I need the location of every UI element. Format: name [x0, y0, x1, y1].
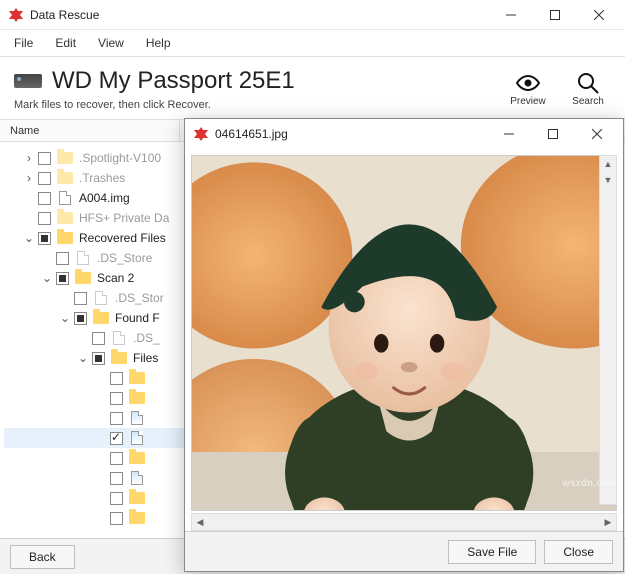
eye-icon	[516, 71, 540, 95]
checkbox[interactable]	[110, 392, 123, 405]
preview-label: Preview	[510, 96, 546, 107]
checkbox[interactable]	[56, 252, 69, 265]
folder-icon	[75, 271, 91, 285]
minimize-button[interactable]	[489, 0, 533, 30]
checkbox[interactable]	[38, 232, 51, 245]
preview-title: 04614651.jpg	[215, 127, 288, 141]
checkbox[interactable]	[110, 372, 123, 385]
search-tool[interactable]: Search	[567, 71, 609, 107]
checkbox[interactable]	[110, 472, 123, 485]
file-icon	[57, 191, 73, 205]
checkbox[interactable]	[110, 512, 123, 525]
folder-icon	[129, 451, 145, 465]
file-icon	[93, 291, 109, 305]
drive-title: WD My Passport 25E1	[52, 67, 295, 95]
minimize-button[interactable]	[487, 119, 531, 149]
close-preview-button[interactable]: Close	[544, 540, 613, 564]
chevron-right-icon[interactable]: ›	[22, 171, 36, 185]
chevron-down-icon[interactable]: ⌄	[40, 271, 54, 285]
search-label: Search	[572, 96, 604, 107]
scroll-down-icon[interactable]: ▼	[600, 172, 616, 188]
checkbox[interactable]	[92, 332, 105, 345]
page-header: WD My Passport 25E1 Mark files to recove…	[0, 57, 625, 120]
vertical-scrollbar[interactable]: ▲ ▼	[599, 155, 617, 505]
chevron-down-icon[interactable]: ⌄	[58, 311, 72, 325]
maximize-button[interactable]	[533, 0, 577, 30]
tree-label: Recovered Files	[79, 231, 166, 245]
tree-label: .Trashes	[79, 171, 125, 185]
scroll-left-icon[interactable]: ◀	[192, 514, 208, 530]
folder-icon	[57, 171, 73, 185]
preview-image	[191, 155, 617, 511]
save-file-button[interactable]: Save File	[448, 540, 536, 564]
menu-file[interactable]: File	[4, 32, 43, 54]
close-button[interactable]	[577, 0, 621, 30]
file-icon	[75, 251, 91, 265]
app-title: Data Rescue	[30, 8, 99, 22]
checkbox[interactable]	[74, 292, 87, 305]
back-button[interactable]: Back	[10, 545, 75, 569]
scroll-up-icon[interactable]: ▲	[600, 156, 616, 172]
watermark: wsxdn.com	[562, 478, 617, 489]
folder-icon	[93, 311, 109, 325]
tree-label: HFS+ Private Da	[79, 211, 169, 225]
checkbox[interactable]	[56, 272, 69, 285]
checkbox[interactable]	[92, 352, 105, 365]
tree-label: Scan 2	[97, 271, 134, 285]
maximize-button[interactable]	[531, 119, 575, 149]
image-file-icon	[129, 411, 145, 425]
checkbox[interactable]	[110, 492, 123, 505]
folder-icon	[57, 211, 73, 225]
folder-icon	[129, 371, 145, 385]
tree-label: A004.img	[79, 191, 130, 205]
preview-window: 04614651.jpg	[184, 118, 624, 572]
checkbox[interactable]	[110, 452, 123, 465]
checkbox[interactable]	[110, 432, 123, 445]
tree-label: .DS_	[133, 331, 160, 345]
app-icon	[193, 126, 209, 142]
checkbox[interactable]	[110, 412, 123, 425]
app-icon	[8, 7, 24, 23]
window-controls	[489, 0, 621, 30]
image-file-icon	[129, 431, 145, 445]
scroll-right-icon[interactable]: ▶	[600, 514, 616, 530]
tree-label: Files	[133, 351, 158, 365]
menu-edit[interactable]: Edit	[45, 32, 86, 54]
tree-label: .DS_Store	[97, 251, 152, 265]
checkbox[interactable]	[74, 312, 87, 325]
checkbox[interactable]	[38, 152, 51, 165]
chevron-down-icon[interactable]: ⌄	[22, 231, 36, 245]
chevron-right-icon[interactable]: ›	[22, 151, 36, 165]
checkbox[interactable]	[38, 172, 51, 185]
folder-icon	[111, 351, 127, 365]
tree-label: .DS_Stor	[115, 291, 164, 305]
horizontal-scrollbar[interactable]: ◀ ▶	[191, 513, 617, 531]
page-subtitle: Mark files to recover, then click Recove…	[14, 99, 295, 111]
drive-icon	[14, 74, 42, 88]
image-file-icon	[129, 471, 145, 485]
checkbox[interactable]	[38, 212, 51, 225]
main-titlebar: Data Rescue	[0, 0, 625, 30]
menu-help[interactable]: Help	[136, 32, 181, 54]
folder-icon	[129, 391, 145, 405]
tree-label: .Spotlight-V100	[79, 151, 161, 165]
menu-bar: File Edit View Help	[0, 30, 625, 57]
folder-icon	[57, 231, 73, 245]
preview-titlebar[interactable]: 04614651.jpg	[185, 119, 623, 149]
preview-tool[interactable]: Preview	[507, 71, 549, 107]
folder-icon	[57, 151, 73, 165]
folder-icon	[129, 511, 145, 525]
search-icon	[576, 71, 600, 95]
col-name[interactable]: Name	[0, 120, 180, 141]
chevron-down-icon[interactable]: ⌄	[76, 351, 90, 365]
tree-label: Found F	[115, 311, 160, 325]
checkbox[interactable]	[38, 192, 51, 205]
preview-footer: Save File Close	[185, 531, 623, 571]
folder-icon	[129, 491, 145, 505]
file-icon	[111, 331, 127, 345]
menu-view[interactable]: View	[88, 32, 134, 54]
close-button[interactable]	[575, 119, 619, 149]
